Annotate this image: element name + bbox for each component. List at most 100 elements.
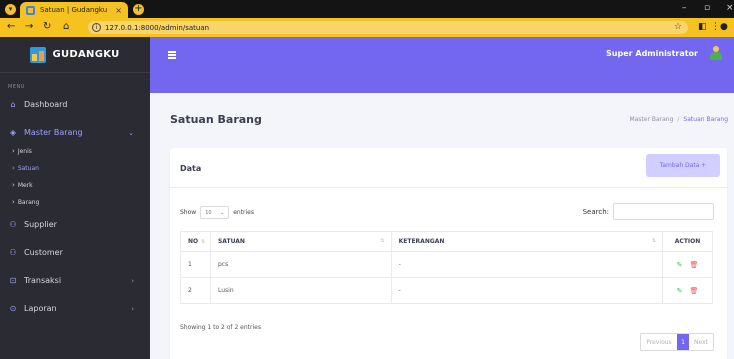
tab-close-icon[interactable]: × — [115, 6, 122, 15]
edit-icon[interactable]: ✎ — [677, 261, 683, 269]
cell-action: ✎ 🗑 — [662, 251, 713, 278]
browser-tab[interactable]: Satuan | Gudangku × — [20, 2, 128, 18]
breadcrumb: Master Barang / Satuan Barang — [629, 116, 728, 123]
sidebar-subitem-barang[interactable]: Barang — [0, 197, 150, 207]
chevron-down-icon: ⌄ — [128, 128, 134, 137]
sidebar-subitem-label: Jenis — [17, 147, 32, 155]
sidebar-item-master-barang[interactable]: ◈ Master Barang ⌄ — [0, 126, 150, 139]
data-card: Data Tambah Data + Show 10 ⌄ entries Sea… — [170, 148, 727, 359]
table-row: 2 Lusin - ✎ 🗑 — [180, 277, 713, 304]
pagination-next-button[interactable]: Next — [689, 334, 713, 350]
sidebar-subitem-label: Merk — [17, 181, 33, 189]
cell-satuan: Lusin — [209, 277, 392, 304]
brand-name: GUDANGKU — [52, 49, 120, 60]
delete-icon[interactable]: 🗑 — [690, 287, 699, 295]
edit-icon[interactable]: ✎ — [677, 287, 683, 295]
column-header-keterangan[interactable]: KETERANGAN ⇅ — [390, 231, 663, 252]
user-name[interactable]: Super Administrator — [606, 49, 698, 58]
breadcrumb-item-current: Satuan Barang — [683, 116, 728, 123]
sidebar-item-customer[interactable]: ⚇ Customer — [0, 246, 150, 259]
topbar: Super Administrator — [150, 37, 734, 93]
cell-keterangan: - — [390, 277, 663, 304]
entries-length-control: Show 10 ⌄ entries — [180, 206, 254, 219]
box-icon: ◈ — [9, 128, 17, 137]
column-header-action: ACTION — [662, 231, 713, 252]
column-header-no[interactable]: NO ⇅ — [180, 231, 211, 252]
maximize-icon[interactable]: ▫ — [704, 3, 710, 13]
pagination-page-1[interactable]: 1 — [677, 334, 689, 350]
table-info: Showing 1 to 2 of 2 entries — [180, 324, 261, 331]
page-title: Satuan Barang — [170, 113, 262, 126]
sidebar-subitem-merk[interactable]: Merk — [0, 180, 150, 190]
menu-dots-icon[interactable]: ⋮ — [711, 21, 720, 33]
cell-no: 1 — [180, 251, 211, 278]
sort-icon: ⇅ — [651, 238, 657, 244]
cart-icon: ⊡ — [9, 276, 17, 285]
chevron-right-icon: › — [131, 276, 134, 285]
sidebar-subitem-jenis[interactable]: Jenis — [0, 146, 150, 156]
sidebar-item-label: Laporan — [24, 304, 57, 313]
url-text: 127.0.0.1:8000/admin/satuan — [105, 23, 210, 32]
cell-no: 2 — [180, 277, 211, 304]
cell-satuan: pcs — [209, 251, 392, 278]
search-input[interactable] — [613, 203, 714, 220]
warehouse-logo-icon — [30, 46, 47, 63]
card-header: Data Tambah Data + — [170, 148, 727, 188]
sidebar-subitem-label: Satuan — [17, 164, 39, 172]
menu-toggle-icon[interactable] — [168, 51, 176, 59]
sidebar-item-dashboard[interactable]: ⌂ Dashboard — [0, 98, 150, 111]
forward-icon[interactable]: → — [25, 21, 33, 33]
sidebar-item-supplier[interactable]: ⚇ Supplier — [0, 218, 150, 231]
entries-select[interactable]: 10 ⌄ — [200, 206, 230, 219]
add-data-button[interactable]: Tambah Data + — [646, 154, 720, 177]
satuan-table: NO ⇅ SATUAN ⇅ KETERANGAN ⇅ ACTION 1 pcs - ✎… — [180, 231, 713, 304]
menu-section-label: MENU — [8, 84, 25, 90]
address-bar[interactable]: i 127.0.0.1:8000/admin/satuan ☆ — [88, 21, 688, 34]
profile-icon[interactable]: ● — [720, 21, 728, 33]
cell-action: ✎ 🗑 — [662, 277, 713, 304]
search-control: Search: — [583, 203, 714, 220]
site-info-icon[interactable]: i — [92, 23, 101, 32]
chevron-right-icon: › — [131, 304, 134, 313]
minimize-icon[interactable]: – — [682, 3, 687, 13]
sort-icon: ⇅ — [201, 239, 206, 245]
sidebar-subitem-satuan[interactable]: Satuan — [0, 163, 150, 173]
entries-select-value: 10 — [205, 209, 212, 216]
bookmark-star-icon[interactable]: ☆ — [674, 21, 682, 34]
cell-keterangan: - — [390, 251, 663, 278]
delete-icon[interactable]: 🗑 — [690, 261, 699, 269]
sidebar: GUDANGKU MENU ⌂ Dashboard ◈ Master Baran… — [0, 37, 150, 359]
user-icon: ⚇ — [9, 220, 17, 229]
sidebar-item-laporan[interactable]: ⊙ Laporan › — [0, 302, 150, 315]
home-icon[interactable]: ⌂ — [63, 21, 69, 33]
back-icon[interactable]: ← — [7, 21, 15, 33]
column-header-satuan[interactable]: SATUAN ⇅ — [209, 231, 392, 252]
tab-title: Satuan | Gudangku — [40, 6, 108, 14]
breadcrumb-item-master-barang[interactable]: Master Barang — [629, 116, 673, 123]
show-label: Show — [180, 209, 197, 216]
extensions-icon[interactable]: ◧ — [698, 21, 707, 33]
pagination: Previous 1 Next — [640, 333, 714, 351]
chevron-down-icon: ⌄ — [220, 209, 225, 216]
sidebar-item-label: Master Barang — [24, 128, 83, 137]
sidebar-item-label: Customer — [24, 248, 63, 257]
home-icon: ⌂ — [10, 100, 16, 109]
reload-icon[interactable]: ↻ — [43, 21, 51, 33]
avatar[interactable] — [708, 46, 724, 61]
sidebar-subitem-label: Barang — [17, 198, 40, 206]
sidebar-item-transaksi[interactable]: ⊡ Transaksi › — [0, 274, 150, 287]
browser-tab-strip: ▾ Satuan | Gudangku × + – ▫ × — [0, 0, 734, 18]
new-tab-button[interactable]: + — [133, 4, 144, 15]
close-window-icon[interactable]: × — [726, 3, 734, 13]
brand[interactable]: GUDANGKU — [0, 37, 150, 73]
report-icon: ⊙ — [9, 304, 17, 313]
card-title: Data — [180, 164, 202, 173]
breadcrumb-separator: / — [677, 116, 680, 123]
sidebar-item-label: Supplier — [24, 220, 57, 229]
browser-toolbar: ← → ↻ ⌂ i 127.0.0.1:8000/admin/satuan ☆ … — [0, 18, 734, 37]
pagination-previous-button[interactable]: Previous — [641, 334, 677, 350]
entries-label: entries — [233, 209, 255, 216]
browser-menu-icon[interactable]: ▾ — [5, 4, 16, 15]
favicon-icon — [26, 5, 35, 15]
table-row: 1 pcs - ✎ 🗑 — [180, 251, 713, 278]
